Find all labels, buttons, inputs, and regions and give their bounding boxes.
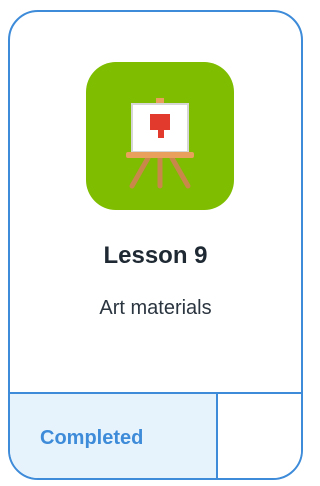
easel-leg-left: [129, 155, 151, 189]
easel-ledge: [126, 152, 194, 158]
easel-svg: [126, 98, 194, 189]
status-label: Completed: [40, 426, 144, 449]
status-cell: Completed: [10, 394, 218, 478]
lesson-subtitle: Art materials: [99, 297, 212, 319]
footer-empty-cell: [218, 394, 301, 478]
easel-painting-icon: [86, 62, 234, 210]
easel-leg-right: [169, 155, 191, 189]
lesson-card[interactable]: Lesson 9 Art materials Completed: [8, 10, 303, 480]
lesson-title: Lesson 9: [103, 242, 208, 269]
card-footer: Completed: [10, 392, 301, 478]
